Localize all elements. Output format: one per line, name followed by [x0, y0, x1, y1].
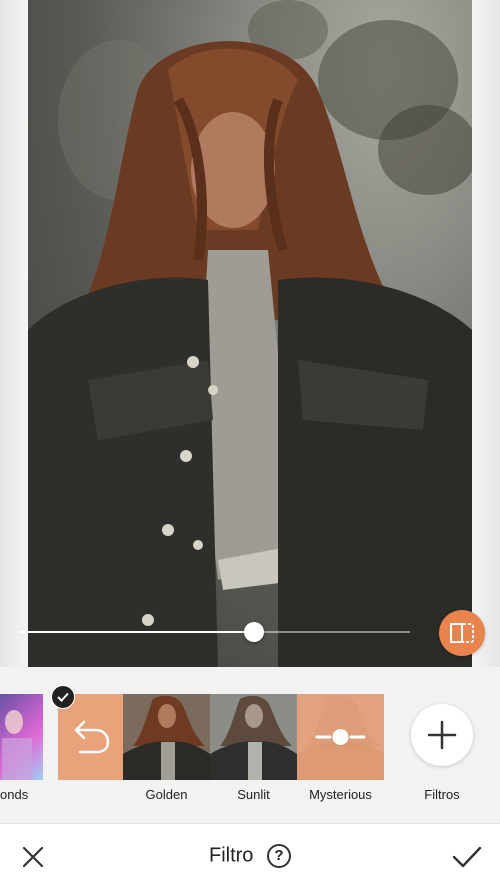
confirm-button[interactable]	[450, 841, 484, 873]
add-filters-button[interactable]	[411, 704, 473, 766]
filter-label-sunlit: Sunlit	[237, 787, 270, 802]
check-icon	[57, 692, 69, 702]
selected-badge	[51, 685, 75, 709]
tool-title-area: Filtro ?	[0, 844, 500, 868]
filter-thumb-image	[297, 694, 384, 780]
confirm-check-icon	[452, 846, 482, 868]
filter-strip: onds Golden Sunlit Mysterious Filtros	[0, 667, 500, 823]
filter-label-add: Filtros	[424, 787, 460, 802]
slider-fill	[20, 631, 254, 633]
filter-tile-prev[interactable]	[0, 694, 43, 780]
filter-thumb-image	[123, 694, 210, 780]
compare-button[interactable]	[439, 610, 485, 656]
compare-icon	[450, 623, 474, 643]
filter-thumb-image	[210, 694, 297, 780]
filter-thumb-image	[2, 710, 32, 780]
filter-label-mysterious: Mysterious	[309, 787, 372, 802]
intensity-slider[interactable]	[20, 621, 410, 643]
filter-tile-golden[interactable]	[123, 694, 210, 780]
filter-tile-mysterious[interactable]	[297, 694, 384, 780]
filter-label-prev: onds	[0, 787, 29, 802]
photo-illustration	[28, 0, 472, 667]
edited-photo[interactable]	[28, 0, 472, 667]
bottom-bar: Filtro ?	[0, 823, 500, 890]
canvas-edge-left	[0, 0, 28, 667]
filter-label-golden: Golden	[145, 787, 188, 802]
plus-icon	[427, 720, 457, 750]
tool-title: Filtro	[208, 844, 254, 867]
help-icon[interactable]: ?	[267, 844, 291, 868]
canvas-edge-right	[472, 0, 500, 667]
photo-canvas	[0, 0, 500, 667]
slider-knob[interactable]	[244, 622, 264, 642]
filter-tile-sunlit[interactable]	[210, 694, 297, 780]
